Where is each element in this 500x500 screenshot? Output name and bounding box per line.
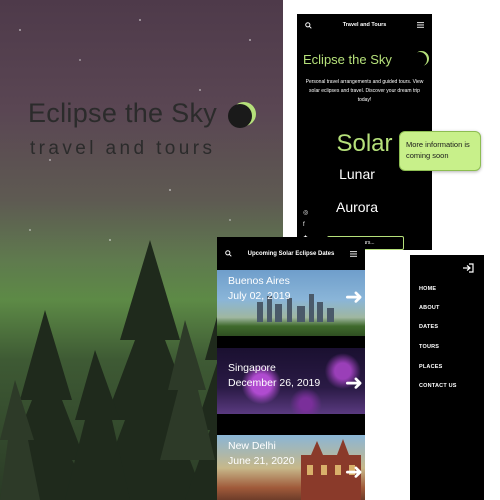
menu-item-home[interactable]: HOME <box>419 286 436 292</box>
brand-description: Personal travel arrangements and guided … <box>305 79 424 103</box>
eclipse-date-card[interactable]: Buenos Aires July 02, 2019 ➜ <box>217 270 365 336</box>
eclipse-moon-icon <box>412 52 427 67</box>
brand-title: Eclipse the Sky <box>303 52 392 67</box>
category-lunar-link[interactable]: Lunar <box>297 166 417 182</box>
search-icon[interactable] <box>305 21 312 29</box>
phone1-header-title: Travel and Tours <box>342 22 387 28</box>
arrow-right-icon[interactable]: ➜ <box>345 372 363 394</box>
card-date: December 26, 2019 <box>228 377 321 389</box>
menu-item-about[interactable]: ABOUT <box>419 305 440 311</box>
card-city: Singapore <box>228 362 276 374</box>
navigation-menu-panel: HOME ABOUT DATES TOURS PLACES CONTACT US <box>410 255 484 500</box>
hero-title: Eclipse the Sky <box>28 98 218 128</box>
card-date: June 21, 2020 <box>228 455 295 467</box>
card-date: July 02, 2019 <box>228 290 291 302</box>
eclipse-date-card[interactable]: New Delhi June 21, 2020 ➜ <box>217 435 365 500</box>
phone2-header-title: Upcoming Solar Eclipse Dates <box>247 250 335 257</box>
phone2-header: Upcoming Solar Eclipse Dates <box>217 237 365 270</box>
card-city: Buenos Aires <box>228 275 290 287</box>
hero-subtitle: travel and tours <box>30 138 216 159</box>
phone1-header: Travel and Tours <box>297 14 432 36</box>
instagram-icon[interactable]: ◎ <box>303 209 308 216</box>
eclipse-moon-icon <box>228 104 252 128</box>
hamburger-menu-icon[interactable] <box>349 250 357 257</box>
card-city: New Delhi <box>228 440 276 452</box>
menu-item-contact-us[interactable]: CONTACT US <box>419 383 457 389</box>
sign-out-icon[interactable] <box>462 263 474 273</box>
arrow-right-icon[interactable]: ➜ <box>345 461 363 483</box>
eclipse-date-card[interactable]: Singapore December 26, 2019 ➜ <box>217 348 365 414</box>
menu-item-places[interactable]: PLACES <box>419 364 443 370</box>
coming-soon-tooltip: More information is coming soon <box>399 131 481 171</box>
arrow-right-icon[interactable]: ➜ <box>345 286 363 308</box>
facebook-icon[interactable]: f <box>303 222 308 228</box>
phone-eclipse-dates-screen: Upcoming Solar Eclipse Dates Buenos Aire… <box>217 237 365 500</box>
menu-item-dates[interactable]: DATES <box>419 324 438 330</box>
search-icon[interactable] <box>225 250 232 257</box>
hamburger-menu-icon[interactable] <box>416 22 424 28</box>
menu-item-tours[interactable]: TOURS <box>419 344 439 350</box>
category-aurora-link[interactable]: Aurora <box>297 199 417 215</box>
